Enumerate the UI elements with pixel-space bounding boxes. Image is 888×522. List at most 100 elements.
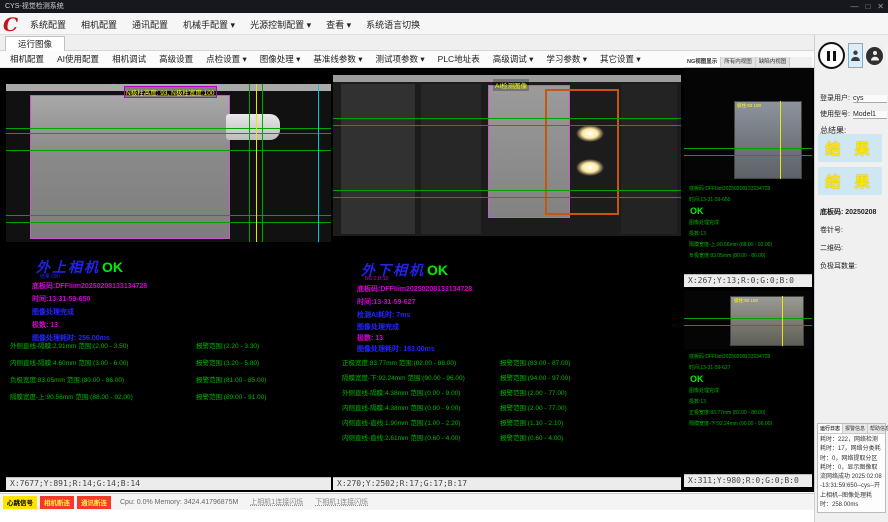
toolbar-item[interactable]: PLC地址表 xyxy=(438,53,480,65)
window-controls: — □ ✕ xyxy=(850,0,884,13)
camera-view-lower[interactable]: AI检测图像 外下相机OK NG:2,B:10 底板码:DFFIiim20250… xyxy=(333,73,681,490)
overlay-line xyxy=(333,125,681,126)
tiny-text-line: 隔膜宽度-上:90.56mm (88.00 - 92.00) xyxy=(689,240,772,251)
qr-code-row: 二维码: xyxy=(820,243,843,253)
small-view-tab[interactable]: 所有内视图 xyxy=(721,57,756,67)
overlay-line xyxy=(249,84,250,242)
pixel-coords-readout: X:267;Y:13;R:0;G:0;B:0 xyxy=(684,274,812,287)
result-ok-text: OK xyxy=(427,262,448,278)
menu-item[interactable]: 通讯配置 xyxy=(132,18,168,31)
menu-item[interactable]: 相机配置 xyxy=(81,18,117,31)
camera-image-small-top[interactable]: 极柱:93 100 xyxy=(684,68,812,180)
small-view-tab[interactable]: NG视图显示 xyxy=(684,57,721,67)
login-user-button[interactable] xyxy=(848,43,863,68)
camera-image-lower[interactable]: AI检测图像 xyxy=(333,75,681,236)
overlay-line xyxy=(6,128,331,129)
measurement-value: 内侧直线-直线:1.90mm 范围:(1.00 - 2.20) xyxy=(342,417,500,427)
window-title: CYS-视觉检测系统 xyxy=(5,3,64,10)
toolbar-item[interactable]: 高级调试 ▾ xyxy=(493,53,534,65)
login-user-label: 登录用户: xyxy=(820,93,850,103)
measurement-value: 隔膜宽度-下:92.24mm 范围:(90.00 - 96.00) xyxy=(342,372,500,382)
status-chip: 心跳信号 xyxy=(3,496,37,509)
toolbar-item[interactable]: 高级设置 xyxy=(159,53,193,65)
camera-image-upper[interactable]: N极柱高度: 93, N极柱宽度:100 xyxy=(6,84,331,242)
camera-image-small-bottom[interactable]: 极柱:93 100 xyxy=(684,291,812,349)
minimize-button[interactable]: — xyxy=(850,0,858,13)
toolbar-item[interactable]: 图像处理 ▾ xyxy=(260,53,301,65)
small-view-tabs: NG视图显示所有内视图缺陷内视图 xyxy=(684,57,812,68)
ai-image-label: AI检测图像 xyxy=(493,79,529,91)
toolbar-item[interactable]: 相机配置 xyxy=(10,53,44,65)
pin-number-label: 卷针号: xyxy=(820,225,843,235)
tiny-text-line: 底板码:DFFIiim20250208133134728 xyxy=(689,184,770,195)
result-text-lines: 底板码:DFFIiim20250208133134728时间:13-31-59-… xyxy=(689,184,770,206)
log-tab[interactable]: 报警信息 xyxy=(843,424,868,433)
log-tab[interactable]: 帮助信息 xyxy=(868,424,888,433)
menu-item[interactable]: 系统配置 xyxy=(30,18,66,31)
result-box-1: 结 果 xyxy=(818,134,882,162)
camera-view-small-bottom[interactable]: 极柱:93 100 底板码:DFFIiim20250208133134728时间… xyxy=(684,289,812,487)
alarm-range: 报警范围:(83.00 - 87.00) xyxy=(500,357,570,367)
menu-item[interactable]: 机械手配置 ▾ xyxy=(183,18,235,31)
model-value[interactable]: Model1 xyxy=(853,111,887,119)
toolbar-item[interactable]: AI使用配置 xyxy=(57,53,99,65)
measurement-value: 外侧直线-隔膜:2.91mm 范围:(2.00 - 3.50) xyxy=(10,340,196,350)
pole-count: 极数: 13 xyxy=(357,333,383,343)
camera-view-small-top[interactable]: NG视图显示所有内视图缺陷内视图 极柱:93 100 底板码:DFFIiim20… xyxy=(684,57,812,287)
title-bar: CYS-视觉检测系统 — □ ✕ xyxy=(0,0,888,13)
alarm-range: 报警范围:(94.00 - 97.00) xyxy=(500,372,570,382)
pixel-coords-readout: X:311;Y:980;R:0;G:0;B:0 xyxy=(684,474,812,487)
toolbar-item[interactable]: 其它设置 ▾ xyxy=(600,53,641,65)
overlay-line xyxy=(684,325,812,326)
small-view-tab[interactable]: 缺陷内视图 xyxy=(756,57,791,67)
sub-result: NG:2,B:10 xyxy=(365,276,388,282)
machine-region xyxy=(341,84,415,234)
control-panel: 登录用户: cys 使用型号: Model1 总结果: 结 果 结 果 底板码:… xyxy=(814,35,888,522)
measurement-value: 正极宽度:83.77mm 范围:(82.00 - 88.00) xyxy=(342,357,500,367)
lower-camera-status[interactable]: 下相机1连接闪烁 xyxy=(315,497,368,507)
pole-measure-label: 极柱:93 100 xyxy=(734,298,758,304)
measurement-row: 外侧直线-隔膜:4.38mm 范围:(0.00 - 9.00) 报警范围:(2.… xyxy=(342,387,679,397)
toolbar-item[interactable]: 点检设置 ▾ xyxy=(206,53,247,65)
overlay-line xyxy=(333,118,681,119)
user-icon xyxy=(850,49,861,62)
login-user-value[interactable]: cys xyxy=(853,95,887,103)
log-tab[interactable]: 运行日志 xyxy=(818,424,843,433)
measurement-value: 隔膜宽度-上:90.56mm 范围:(88.00 - 92.00) xyxy=(10,391,196,401)
menu-item[interactable]: 查看 ▾ xyxy=(326,18,351,31)
overlay-line xyxy=(318,84,319,242)
pause-button[interactable] xyxy=(818,42,845,69)
capture-time: 时间:13-31-59-627 xyxy=(357,297,415,307)
menu-item[interactable]: 光源控制配置 ▾ xyxy=(250,18,311,31)
menu: 系统配置 相机配置 通讯配置 机械手配置 ▾ 光源控制配置 ▾ 查看 ▾ 系统语言切换 xyxy=(30,13,420,35)
user-icon xyxy=(870,50,880,61)
measurement-value: 外侧直线-隔膜:4.38mm 范围:(0.00 - 9.00) xyxy=(342,387,500,397)
toolbar-item[interactable]: 测试项参数 ▾ xyxy=(376,53,425,65)
measurement-row: 内侧直线-直线:2.61mm 范围:(0.60 - 4.00) 报警范围:(0.… xyxy=(342,432,679,442)
result-text: 结 果 xyxy=(825,138,874,159)
result-text: 结 果 xyxy=(825,171,874,192)
pole-count: 极数: 13 xyxy=(32,320,58,330)
maximize-button[interactable]: □ xyxy=(865,0,870,13)
measurement-row: 正极宽度:83.77mm 范围:(82.00 - 88.00) 报警范围:(83… xyxy=(342,357,679,367)
board-code-label: 底板码: 20250208 xyxy=(820,207,876,217)
camera-view-upper[interactable]: N极柱高度: 93, N极柱宽度:100 外上相机OK 结果:OK! 底板码:D… xyxy=(6,73,331,490)
operator-button[interactable] xyxy=(866,47,883,65)
toolbar-item[interactable]: 学习参数 ▾ xyxy=(546,53,587,65)
alarm-range: 报警范围:(2.20 - 3.30) xyxy=(196,340,259,350)
measurement-row: 内侧直线-隔膜:4.38mm 范围:(0.00 - 9.00) 报警范围:(2.… xyxy=(342,402,679,412)
overlay-line xyxy=(256,84,257,242)
close-button[interactable]: ✕ xyxy=(877,0,884,13)
tab-run-image[interactable]: 运行图像 xyxy=(5,36,65,51)
menu-item[interactable]: 系统语言切换 xyxy=(366,18,420,31)
pause-icon xyxy=(833,51,836,61)
machine-region xyxy=(621,84,677,234)
measurement-row: 外侧直线-隔膜:2.91mm 范围:(2.00 - 3.50) 报警范围:(2.… xyxy=(10,340,329,350)
toolbar-item[interactable]: 基准线参数 ▾ xyxy=(313,53,362,65)
toolbar-item[interactable]: 相机调试 xyxy=(112,53,146,65)
board-code: 底板码:DFFIiim20250208133134728 xyxy=(357,284,472,294)
capture-time: 时间:13-31-59-650 xyxy=(32,294,90,304)
upper-camera-status[interactable]: 上相机1连接闪烁 xyxy=(250,497,303,507)
log-panel: 运行日志报警信息帮助信息 耗时：222，网络检测耗时：17，网络分类耗时：0，网… xyxy=(817,423,886,513)
status-bar: 心跳信号相机断连通讯断连 Cpu: 0.0% Memory: 3424.4179… xyxy=(0,493,814,510)
